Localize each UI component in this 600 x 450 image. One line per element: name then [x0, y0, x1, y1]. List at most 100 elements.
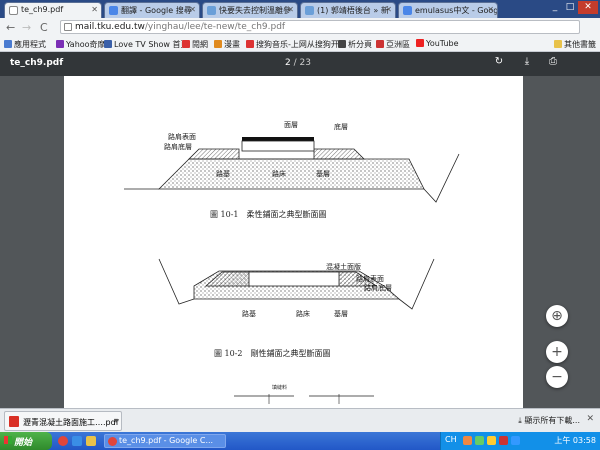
forward-button[interactable]: → [22, 21, 31, 34]
bookmarks-bar: 應用程式 Yahoo奇摩 Love TV Show 首頁 閱網 漫畫 搜狗音乐-… [0, 36, 600, 52]
download-icon[interactable]: ⤓ [520, 56, 534, 70]
label-base-course: 基層 [316, 170, 330, 178]
page-indicator: 2 / 23 [285, 58, 311, 68]
download-item[interactable]: 瀝青混凝土路面施工….pdf ▾ [4, 411, 122, 431]
tab-label: 快要失去控制溫離參 [219, 6, 291, 15]
apps-icon [4, 40, 12, 48]
page-icon [207, 6, 216, 15]
other-bookmarks[interactable]: 其他書籤 [554, 39, 596, 50]
bookmark-lovetv[interactable]: Love TV Show 首頁 [104, 39, 188, 50]
label-shoulder-base: 路肩底層 [164, 143, 192, 151]
close-tab-icon[interactable]: ✕ [287, 5, 294, 14]
zoom-in-button[interactable]: + [546, 341, 568, 363]
youtube-icon [416, 39, 424, 47]
page-number-input[interactable]: 2 [285, 58, 291, 68]
figure-10-1-caption: 圖 10-1 柔性鋪面之典型斷面圖 [210, 210, 327, 219]
tab-label: te_ch9.pdf [21, 5, 64, 14]
label-surface: 面層 [284, 121, 298, 129]
print-icon[interactable]: ⎙ [546, 56, 560, 70]
tab-page-3[interactable]: 快要失去控制溫離參 ✕ [202, 2, 298, 18]
close-tab-icon[interactable]: ✕ [487, 5, 494, 14]
label-foundation: 路基 [216, 170, 230, 178]
browser-titlebar: te_ch9.pdf ✕ 翻譯 - Google 搜尋 ✕ 快要失去控制溫離參 … [0, 0, 600, 18]
zoom-out-button[interactable]: − [546, 366, 568, 388]
taskbar-window-chrome[interactable]: te_ch9.pdf - Google C... [104, 434, 226, 448]
language-indicator[interactable]: CH [445, 435, 457, 444]
folder-icon [554, 40, 562, 48]
page-icon [338, 40, 346, 48]
bookmark-asia[interactable]: 亞洲區 [376, 39, 410, 50]
label-base-layer: 底層 [334, 123, 348, 131]
page-icon [182, 40, 190, 48]
bookmark-youtube[interactable]: YouTube [416, 39, 459, 48]
maximize-button[interactable]: □ [563, 1, 577, 14]
page-icon [305, 6, 314, 15]
pdf-viewer[interactable]: 面層 底層 路肩表面 路肩底層 路基 路床 基層 圖 10-1 柔性鋪面之典型斷… [0, 76, 600, 408]
tab-google-translate[interactable]: 翻譯 - Google 搜尋 ✕ [104, 2, 200, 18]
page-icon [214, 40, 222, 48]
chevron-down-icon[interactable]: ▾ [114, 416, 118, 425]
url-input[interactable]: mail.tku.edu.tw/yinghau/lee/te-new/te_ch… [60, 20, 580, 34]
close-window-button[interactable]: ✕ [578, 1, 598, 14]
bookmark-label: 應用程式 [14, 40, 46, 49]
close-download-bar-button[interactable]: ✕ [586, 414, 594, 424]
windows-logo-icon [4, 436, 12, 444]
document-icon [9, 6, 18, 15]
system-tray: CH 上午 03:58 [440, 432, 600, 450]
start-button[interactable]: 開始 [0, 432, 52, 450]
figure-10-1-drawing [124, 137, 460, 203]
show-all-downloads-link[interactable]: ⤓ 顯示所有下載... [518, 415, 580, 426]
tab-google-search[interactable]: emulasus中文 - Googl ✕ [398, 2, 498, 18]
bookmark-label: 亞洲區 [386, 40, 410, 49]
download-bar: 瀝青混凝土路面施工….pdf ▾ ⤓ 顯示所有下載... ✕ [0, 408, 600, 432]
fit-page-button[interactable]: ⊕ [546, 305, 568, 327]
page-icon [64, 23, 72, 31]
bookmark-yahoo[interactable]: Yahoo奇摩 [56, 39, 106, 50]
bookmark-label: Yahoo奇摩 [66, 40, 106, 49]
label-base-course: 基層 [334, 310, 348, 318]
bookmark-label: 析分頁 [348, 40, 372, 49]
pdf-icon [9, 416, 19, 427]
ime-icon[interactable] [463, 436, 472, 445]
taskbar: 開始 te_ch9.pdf - Google C... CH 上午 03:58 [0, 432, 600, 450]
close-tab-icon[interactable]: ✕ [91, 5, 98, 14]
url-path: /yinghau/lee/te-new/te_ch9.pdf [144, 22, 286, 32]
pdf-file-title: te_ch9.pdf [10, 58, 64, 68]
close-tab-icon[interactable]: ✕ [189, 5, 196, 14]
label-shoulder-surface: 路肩表面 [168, 133, 196, 141]
tab-label: (1) 郭靖梧後台 » 新 [317, 6, 389, 15]
volume-icon[interactable] [487, 436, 496, 445]
chrome-quicklaunch-icon[interactable] [58, 436, 68, 446]
bookmark-yuewang[interactable]: 閱網 [182, 39, 208, 50]
folder-icon[interactable] [86, 436, 96, 446]
page-icon [104, 40, 112, 48]
page-icon [376, 40, 384, 48]
figure-10-2-caption: 圖 10-2 剛性鋪面之典型斷面圖 [214, 349, 331, 358]
tab-page-4[interactable]: (1) 郭靖梧後台 » 新 ✕ [300, 2, 396, 18]
network-icon[interactable] [475, 436, 484, 445]
update-icon[interactable] [511, 436, 520, 445]
bookmark-label: 搜狗音乐-上网从搜狗开 [256, 40, 339, 49]
chrome-icon [108, 437, 117, 446]
minimize-button[interactable]: _ [548, 1, 562, 14]
bookmark-manga[interactable]: 漫畫 [214, 39, 240, 50]
start-label: 開始 [14, 438, 33, 448]
bookmark-apps[interactable]: 應用程式 [4, 39, 46, 50]
bookmark-label: 其他書籤 [564, 40, 596, 49]
bookmark-sogou[interactable]: 搜狗音乐-上网从搜狗开 [246, 39, 339, 50]
ie-quicklaunch-icon[interactable] [72, 436, 82, 446]
bookmark-label: 漫畫 [224, 40, 240, 49]
music-icon [246, 40, 254, 48]
download-filename: 瀝青混凝土路面施工….pdf [23, 418, 119, 427]
security-icon[interactable] [499, 436, 508, 445]
back-button[interactable]: ← [6, 21, 15, 34]
bookmark-label: YouTube [426, 39, 459, 48]
tab-te-ch9[interactable]: te_ch9.pdf ✕ [4, 2, 102, 18]
page-total: / 23 [293, 58, 311, 68]
reload-button[interactable]: C [40, 21, 48, 34]
window-controls: _ □ ✕ [548, 1, 598, 14]
google-icon [403, 6, 412, 15]
rotate-icon[interactable]: ↻ [492, 56, 506, 70]
bookmark-fenpian[interactable]: 析分頁 [338, 39, 372, 50]
close-tab-icon[interactable]: ✕ [385, 5, 392, 14]
